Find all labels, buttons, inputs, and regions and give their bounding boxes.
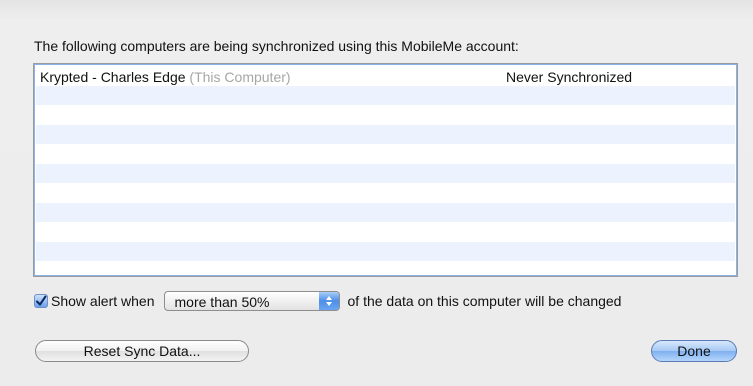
- empty-row: [36, 124, 735, 144]
- done-button[interactable]: Done: [651, 340, 737, 362]
- empty-row: [36, 144, 735, 164]
- reset-sync-data-button[interactable]: Reset Sync Data...: [35, 340, 249, 362]
- checkmark-icon: [36, 295, 47, 306]
- sync-heading: The following computers are being synchr…: [34, 38, 519, 54]
- empty-row: [36, 241, 735, 261]
- show-alert-label[interactable]: Show alert when: [51, 293, 155, 309]
- sync-settings-sheet: The following computers are being synchr…: [0, 0, 753, 386]
- threshold-popup[interactable]: more than 50%: [163, 291, 340, 311]
- empty-row: [36, 261, 735, 276]
- sync-status: Never Synchronized: [506, 69, 633, 85]
- empty-row: [36, 183, 735, 203]
- empty-row: [36, 202, 735, 222]
- up-down-arrows-icon: [318, 292, 339, 310]
- computers-list[interactable]: Krypted - Charles Edge (This Computer) N…: [33, 63, 738, 277]
- computers-list-rows: Krypted - Charles Edge (This Computer) N…: [36, 66, 735, 274]
- threshold-value: more than 50%: [174, 294, 270, 310]
- threshold-suffix-label: of the data on this computer will be cha…: [347, 293, 622, 309]
- this-computer-hint: (This Computer): [189, 69, 291, 85]
- list-item[interactable]: Krypted - Charles Edge (This Computer) N…: [36, 66, 735, 86]
- computer-name-cell: Krypted - Charles Edge (This Computer): [40, 69, 291, 85]
- show-alert-checkbox[interactable]: [34, 294, 48, 308]
- empty-row: [36, 85, 735, 105]
- empty-row: [36, 163, 735, 183]
- alert-controls: Show alert when more than 50% of the dat…: [34, 290, 621, 312]
- empty-row: [36, 222, 735, 242]
- computer-name: Krypted - Charles Edge: [40, 69, 186, 85]
- empty-row: [36, 105, 735, 125]
